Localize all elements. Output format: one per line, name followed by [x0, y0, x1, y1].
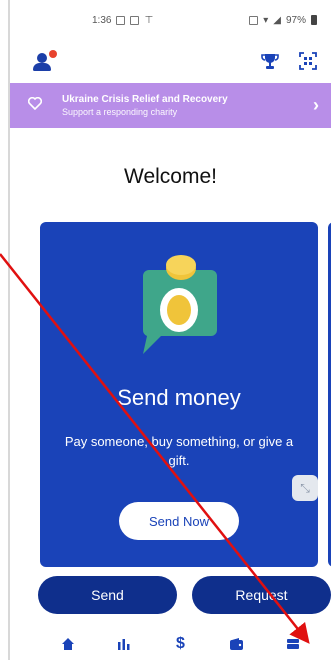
- antenna-icon: ⊤: [144, 14, 154, 26]
- notification-dot: [49, 50, 57, 58]
- calendar-icon: [130, 15, 140, 25]
- menu-icon[interactable]: [278, 629, 308, 659]
- chevron-right-icon: ›: [313, 95, 319, 115]
- action-buttons: Send Request: [38, 576, 331, 614]
- bottom-nav: $: [10, 628, 331, 660]
- send-button[interactable]: Send: [38, 576, 177, 614]
- charity-banner[interactable]: Ukraine Crisis Relief and Recovery Suppo…: [10, 83, 331, 128]
- battery-icon: [311, 15, 317, 25]
- app-header: [10, 40, 331, 82]
- send-now-button[interactable]: Send Now: [119, 502, 239, 540]
- trophy-icon[interactable]: [261, 52, 279, 70]
- dollar-icon[interactable]: $: [165, 629, 195, 659]
- status-time: 1:36: [92, 14, 112, 26]
- status-bar: 1:36 ⊤ ▾ ◢ 97%: [10, 0, 331, 40]
- welcome-heading: Welcome!: [124, 165, 217, 188]
- wallet-icon[interactable]: [222, 629, 252, 659]
- request-button[interactable]: Request: [192, 576, 331, 614]
- banner-subtitle: Support a responding charity: [62, 107, 178, 117]
- money-chat-illustration-icon: [131, 252, 227, 362]
- wifi-icon: ▾: [263, 14, 269, 26]
- qr-scan-icon[interactable]: [299, 52, 317, 70]
- signal-icon: ◢: [273, 14, 281, 26]
- card-title: Send money: [117, 385, 241, 410]
- phone-screen: 1:36 ⊤ ▾ ◢ 97% Ukraine Crisis Relief and…: [8, 0, 331, 660]
- send-money-card[interactable]: Send money Pay someone, buy something, o…: [40, 222, 318, 567]
- floating-expand-icon[interactable]: ⤡: [292, 475, 318, 501]
- notification-icon: [116, 15, 126, 25]
- card-description: Pay someone, buy something, or give a gi…: [64, 434, 294, 468]
- profile-avatar-icon[interactable]: [32, 50, 57, 72]
- cast-icon: [249, 15, 259, 25]
- home-icon[interactable]: [53, 629, 83, 659]
- activity-chart-icon[interactable]: [109, 629, 139, 659]
- battery-percent: 97%: [285, 14, 306, 26]
- heart-icon: [27, 96, 48, 115]
- banner-title: Ukraine Crisis Relief and Recovery: [62, 94, 228, 105]
